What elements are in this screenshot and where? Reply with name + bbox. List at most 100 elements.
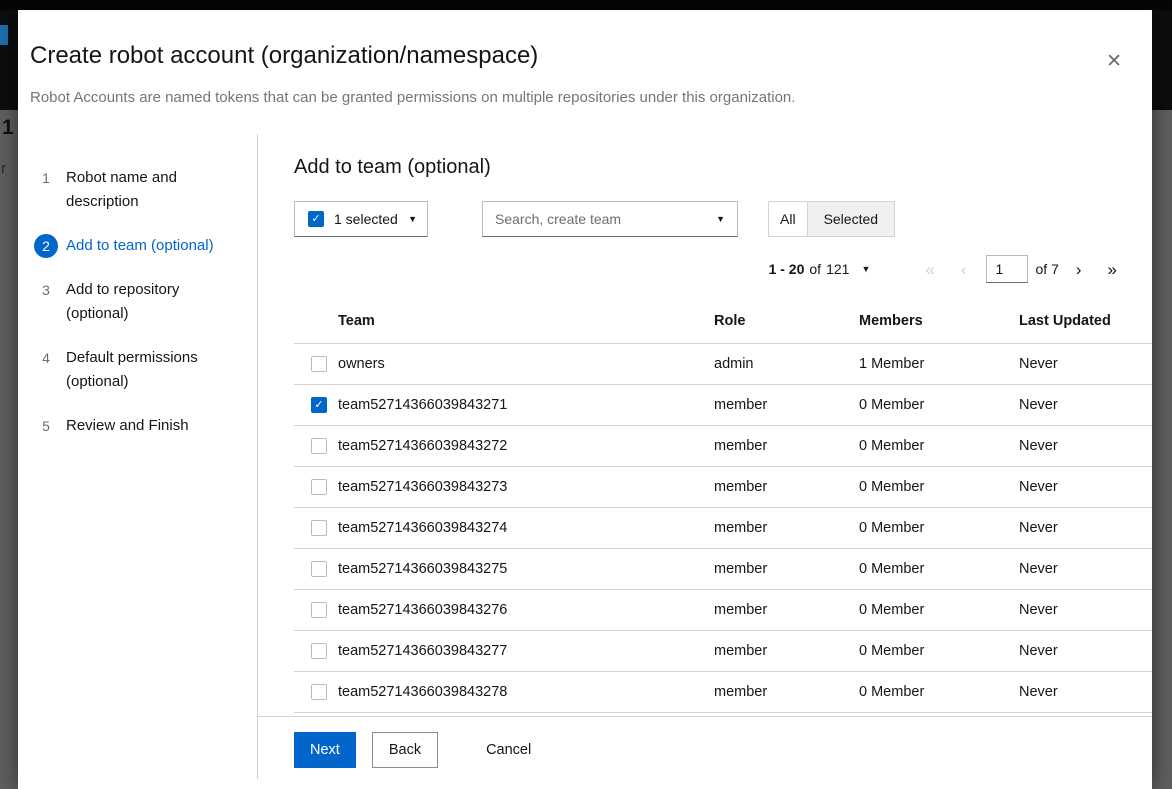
cell-team: team52714366039843272 <box>336 426 712 467</box>
step-number: 2 <box>34 234 58 258</box>
toggle-all[interactable]: All <box>769 202 807 236</box>
total-items-label: 121 <box>826 261 849 277</box>
step-label: Add to repository (optional) <box>66 278 218 326</box>
cell-role: member <box>712 590 857 631</box>
cell-members: 0 Member <box>857 549 1017 590</box>
cancel-button[interactable]: Cancel <box>470 732 547 768</box>
wizard-step-3[interactable]: 3 Add to repository (optional) <box>18 268 257 336</box>
pagination: 1 - 20 of 121 ▼ « ‹ of 7 › » <box>294 251 1152 287</box>
header-members: Members <box>857 299 1017 344</box>
current-page-input[interactable] <box>986 255 1028 283</box>
chevron-down-icon[interactable]: ▼ <box>712 214 737 224</box>
underlying-page-sliver <box>1152 110 1172 789</box>
row-checkbox[interactable] <box>311 438 327 454</box>
team-table-body: ownersadmin1 MemberNever ✓ team52714366039… <box>294 344 1152 713</box>
table-row: team52714366039843276member0 MemberNever <box>294 590 1152 631</box>
cell-last-updated: Never <box>1017 672 1152 713</box>
page-navigation: « ‹ of 7 › » <box>912 255 1130 284</box>
backdrop-left: 1 r <box>0 10 18 789</box>
cell-last-updated: Never <box>1017 549 1152 590</box>
backdrop-right <box>1152 10 1172 789</box>
previous-page-icon[interactable]: ‹ <box>948 255 980 284</box>
next-page-icon[interactable]: › <box>1063 255 1095 284</box>
team-search-select: ▼ <box>482 201 738 237</box>
step-number: 4 <box>34 346 58 370</box>
step-number: 3 <box>34 278 58 302</box>
cell-role: member <box>712 631 857 672</box>
table-row: team52714366039843273member0 MemberNever <box>294 467 1152 508</box>
cell-members: 0 Member <box>857 590 1017 631</box>
row-checkbox[interactable]: ✓ <box>311 397 327 413</box>
underlying-page-sliver: 1 r <box>0 110 18 789</box>
row-checkbox[interactable] <box>311 356 327 372</box>
table-row: team52714366039843274member0 MemberNever <box>294 508 1152 549</box>
selected-filter-dropdown[interactable]: ✓ 1 selected ▼ <box>294 201 428 237</box>
cell-role: member <box>712 549 857 590</box>
cell-role: member <box>712 508 857 549</box>
cell-members: 0 Member <box>857 467 1017 508</box>
cell-members: 0 Member <box>857 631 1017 672</box>
header-role: Role <box>712 299 857 344</box>
cell-last-updated: Never <box>1017 467 1152 508</box>
cell-members: 0 Member <box>857 672 1017 713</box>
row-checkbox[interactable] <box>311 602 327 618</box>
cell-members: 0 Member <box>857 385 1017 426</box>
controls-row: ✓ 1 selected ▼ ▼ All Selected <box>294 201 1152 237</box>
header-checkbox-column <box>294 299 336 344</box>
row-checkbox[interactable] <box>311 561 327 577</box>
cell-last-updated: Never <box>1017 344 1152 385</box>
table-row: team52714366039843272member0 MemberNever <box>294 426 1152 467</box>
step-label: Add to team (optional) <box>66 234 214 258</box>
cell-team: team52714366039843274 <box>336 508 712 549</box>
cell-role: member <box>712 426 857 467</box>
wizard-step-5[interactable]: 5 Review and Finish <box>18 404 257 448</box>
table-row: ownersadmin1 MemberNever <box>294 344 1152 385</box>
row-checkbox[interactable] <box>311 520 327 536</box>
toggle-selected[interactable]: Selected <box>807 202 894 236</box>
chevron-down-icon: ▼ <box>408 214 417 224</box>
last-page-icon[interactable]: » <box>1095 255 1130 284</box>
wizard-step-1[interactable]: 1 Robot name and description <box>18 156 257 224</box>
first-page-icon[interactable]: « <box>912 255 947 284</box>
table-header-row: Team Role Members Last Updated <box>294 299 1152 344</box>
row-checkbox[interactable] <box>311 684 327 700</box>
page-range-label: 1 - 20 <box>769 261 805 277</box>
table-row: team52714366039843275member0 MemberNever <box>294 549 1152 590</box>
header-last-updated: Last Updated <box>1017 299 1152 344</box>
underlying-text-fragment: r <box>1 160 6 177</box>
table-row: team52714366039843278member0 MemberNever <box>294 672 1152 713</box>
of-word: of <box>809 261 821 277</box>
back-button[interactable]: Back <box>372 732 438 768</box>
cell-last-updated: Never <box>1017 631 1152 672</box>
cell-role: member <box>712 672 857 713</box>
table-row: ✓ team52714366039843271member0 MemberNeve… <box>294 385 1152 426</box>
modal-title: Create robot account (organization/names… <box>30 40 1092 72</box>
row-checkbox[interactable] <box>311 479 327 495</box>
wizard-footer: Next Back Cancel <box>258 716 1152 779</box>
selected-count-label: 1 selected <box>334 211 398 227</box>
cell-last-updated: Never <box>1017 590 1152 631</box>
wizard-step-2[interactable]: 2 Add to team (optional) <box>18 224 257 268</box>
wizard-step-4[interactable]: 4 Default permissions (optional) <box>18 336 257 404</box>
team-table: Team Role Members Last Updated ownersadm… <box>294 299 1152 713</box>
step-label: Default permissions (optional) <box>66 346 218 394</box>
per-page-dropdown[interactable]: 1 - 20 of 121 ▼ <box>769 261 871 277</box>
filter-toggle-group: All Selected <box>768 201 895 237</box>
step-label: Robot name and description <box>66 166 218 214</box>
step-number: 5 <box>34 414 58 438</box>
page-title: Add to team (optional) <box>294 156 1152 179</box>
cell-team: team52714366039843271 <box>336 385 712 426</box>
step-label: Review and Finish <box>66 414 189 438</box>
step-number: 1 <box>34 166 58 190</box>
backdrop-top <box>0 0 1172 10</box>
row-checkbox[interactable] <box>311 643 327 659</box>
modal-body: 1 Robot name and description 2 Add to team … <box>18 134 1152 779</box>
bulk-select-checkbox[interactable]: ✓ <box>308 211 324 227</box>
cell-role: member <box>712 385 857 426</box>
cell-last-updated: Never <box>1017 385 1152 426</box>
cell-team: team52714366039843276 <box>336 590 712 631</box>
cell-last-updated: Never <box>1017 426 1152 467</box>
close-icon[interactable]: ✕ <box>1104 50 1124 73</box>
next-button[interactable]: Next <box>294 732 356 768</box>
search-input[interactable] <box>483 211 712 227</box>
